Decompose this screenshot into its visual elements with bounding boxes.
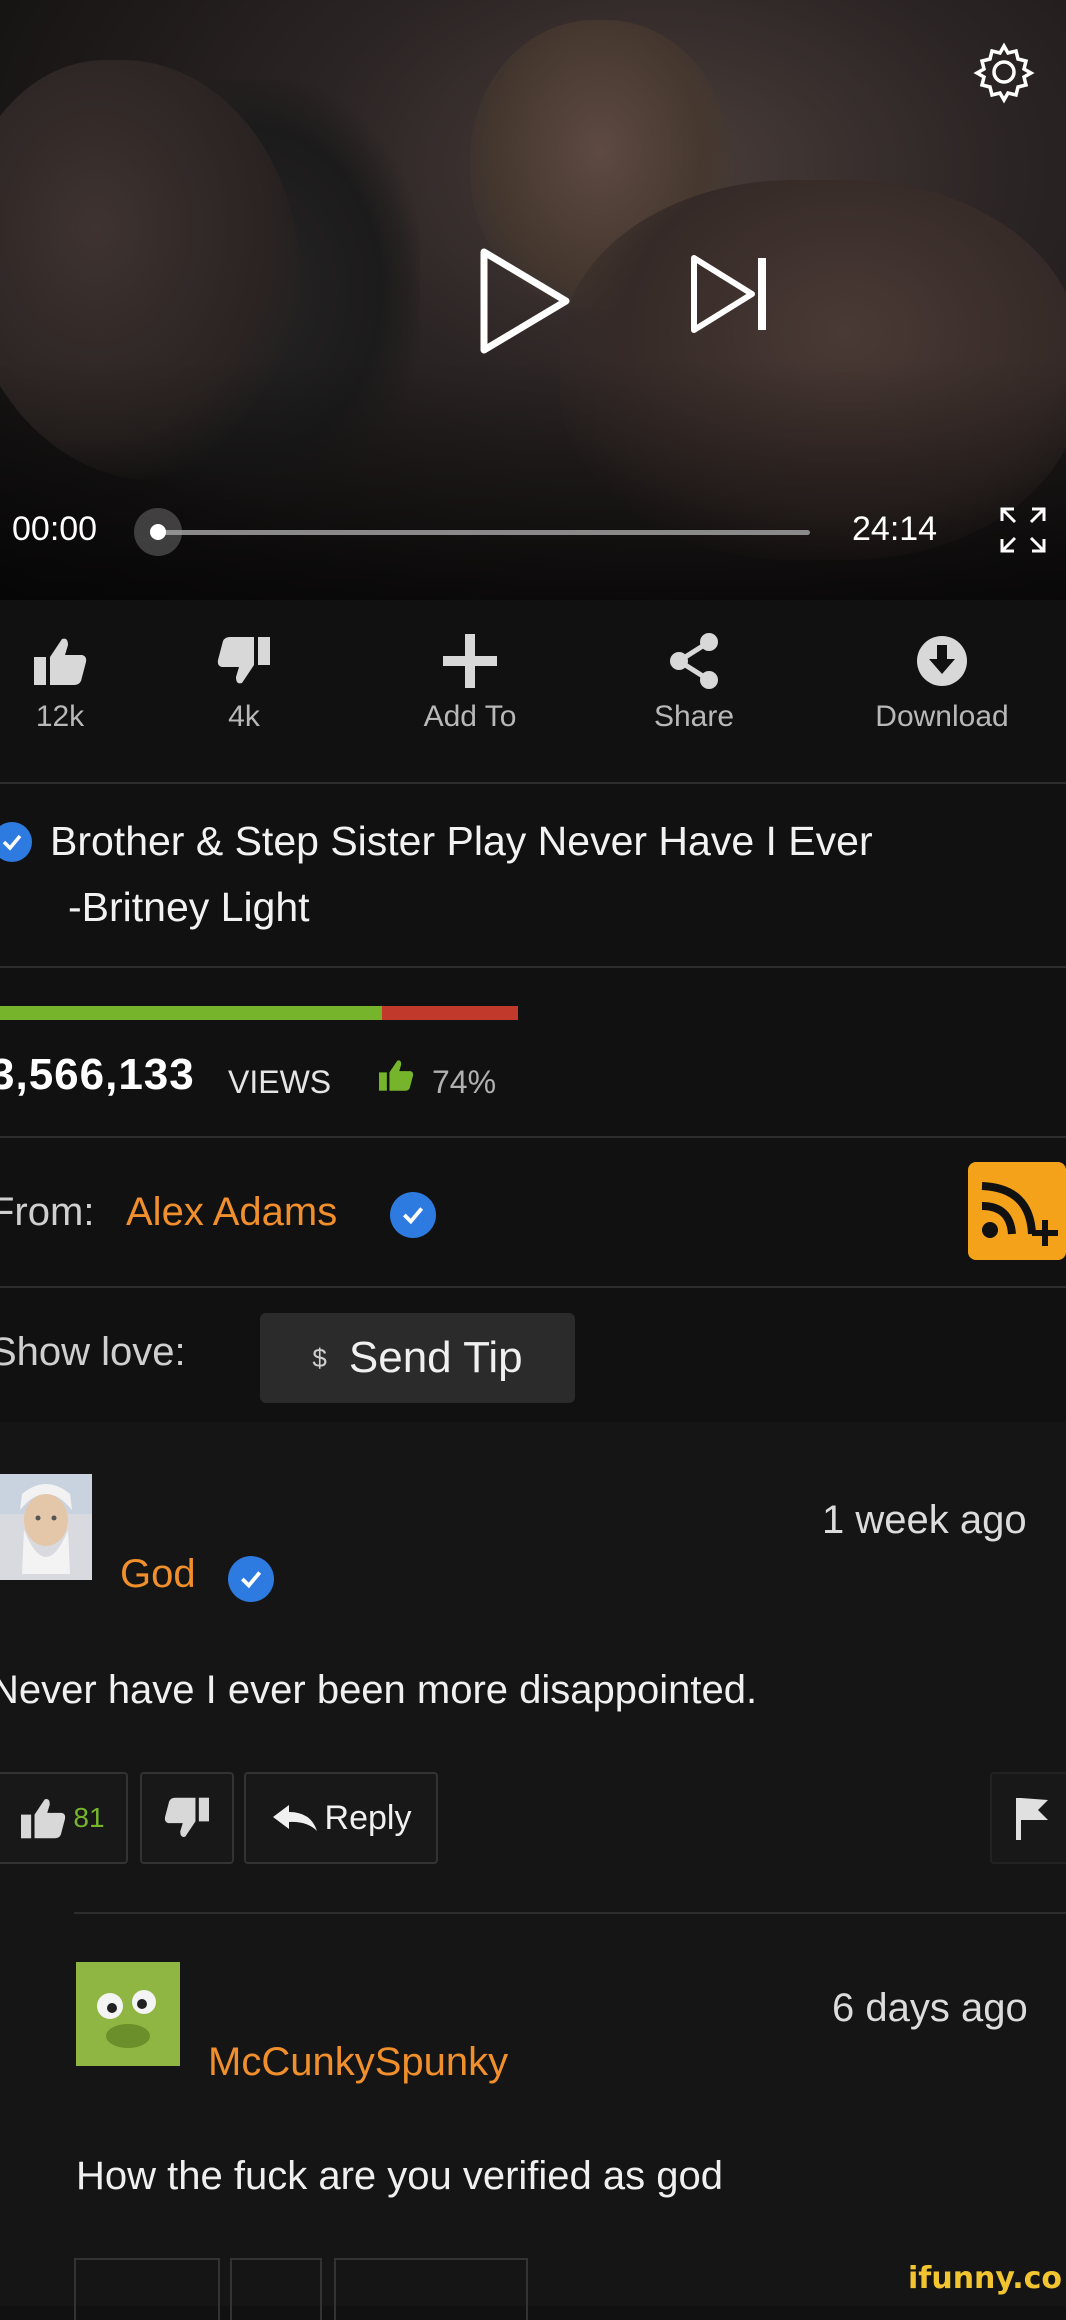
dislike-count: 4k: [228, 700, 260, 733]
video-player[interactable]: 00:00 24:14: [0, 0, 1066, 600]
subscribe-button[interactable]: [968, 1162, 1066, 1260]
dollar-icon: $: [312, 1342, 327, 1373]
progress-track[interactable]: [160, 530, 810, 535]
current-time: 00:00: [12, 510, 98, 548]
video-title-line2: -Britney Light: [68, 884, 310, 930]
rating-bar-likes: [0, 1006, 382, 1020]
divider: [0, 782, 1066, 784]
comment-author[interactable]: McCunkySpunky: [208, 2040, 508, 2085]
plus-icon: [443, 634, 497, 688]
views-count: 3,566,133: [0, 1050, 195, 1099]
avatar: [0, 1474, 92, 1580]
like-count: 12k: [35, 700, 85, 733]
dislike-button[interactable]: 4k: [144, 630, 344, 734]
like-button[interactable]: 12k: [0, 630, 160, 734]
comment-reply-button[interactable]: Reply: [244, 1772, 438, 1864]
download-label: Download: [875, 700, 1009, 733]
download-icon: [917, 636, 967, 686]
comment-like-button[interactable]: 81: [0, 1772, 128, 1864]
send-tip-button[interactable]: $ Send Tip: [260, 1313, 575, 1403]
rating-bar-dislikes: [382, 1006, 518, 1020]
comment-like-count: 81: [73, 1802, 105, 1833]
rating-thumbs-up-icon: [379, 1060, 414, 1091]
reply-divider: [74, 1912, 1066, 1914]
add-to-label: Add To: [423, 700, 517, 733]
video-title: Brother & Step Sister Play Never Have I …: [50, 808, 1050, 940]
comment-time: 6 days ago: [832, 1986, 1028, 2030]
thumbs-down-icon: [164, 1797, 209, 1837]
verified-icon: [390, 1192, 436, 1238]
divider: [0, 1136, 1066, 1138]
thumbs-up-icon: [21, 1799, 66, 1839]
thumbs-down-icon: [217, 637, 270, 684]
thumbs-up-icon: [34, 638, 87, 685]
comment-text: How the fuck are you verified as god: [76, 2154, 724, 2198]
divider: [0, 966, 1066, 968]
download-button[interactable]: Download: [842, 630, 1042, 734]
share-label: Share: [653, 700, 735, 733]
rating-percent: 74%: [432, 1064, 497, 1100]
progress-handle[interactable]: [150, 524, 166, 540]
divider: [0, 1286, 1066, 1288]
send-tip-label: Send Tip: [348, 1333, 523, 1382]
video-title-line1: Brother & Step Sister Play Never Have I …: [50, 818, 873, 864]
add-to-button[interactable]: Add To: [370, 630, 570, 734]
flag-icon: [1016, 1798, 1048, 1840]
comment-author[interactable]: God: [120, 1552, 196, 1597]
play-icon[interactable]: [478, 246, 574, 356]
verified-icon: [0, 822, 32, 862]
views-label: VIEWS: [228, 1064, 332, 1100]
skip-next-icon[interactable]: [690, 252, 774, 336]
settings-gear-icon[interactable]: [972, 40, 1036, 104]
comment-time: 1 week ago: [822, 1498, 1027, 1542]
reply-label: Reply: [324, 1798, 412, 1837]
verified-icon: [228, 1556, 274, 1602]
avatar: [76, 1962, 180, 2066]
fullscreen-icon[interactable]: [998, 505, 1048, 555]
from-label: From:: [0, 1190, 95, 1234]
total-time: 24:14: [852, 510, 938, 548]
share-button[interactable]: Share: [594, 630, 794, 734]
share-icon: [670, 633, 718, 689]
comment-reply-button[interactable]: [334, 2258, 528, 2320]
watermark: ifunny.co: [908, 2261, 1062, 2296]
comment-text: Never have I ever been more disappointed…: [0, 1668, 758, 1712]
comment-dislike-button[interactable]: [140, 1772, 234, 1864]
report-flag-button[interactable]: [990, 1772, 1066, 1864]
show-love-label: Show love:: [0, 1330, 186, 1374]
rss-subscribe-icon: [981, 1182, 1058, 1246]
comment-dislike-button[interactable]: [230, 2258, 322, 2320]
comment-like-button[interactable]: [74, 2258, 220, 2320]
reply-arrow-icon: [272, 1805, 317, 1831]
uploader-link[interactable]: Alex Adams: [126, 1190, 337, 1235]
